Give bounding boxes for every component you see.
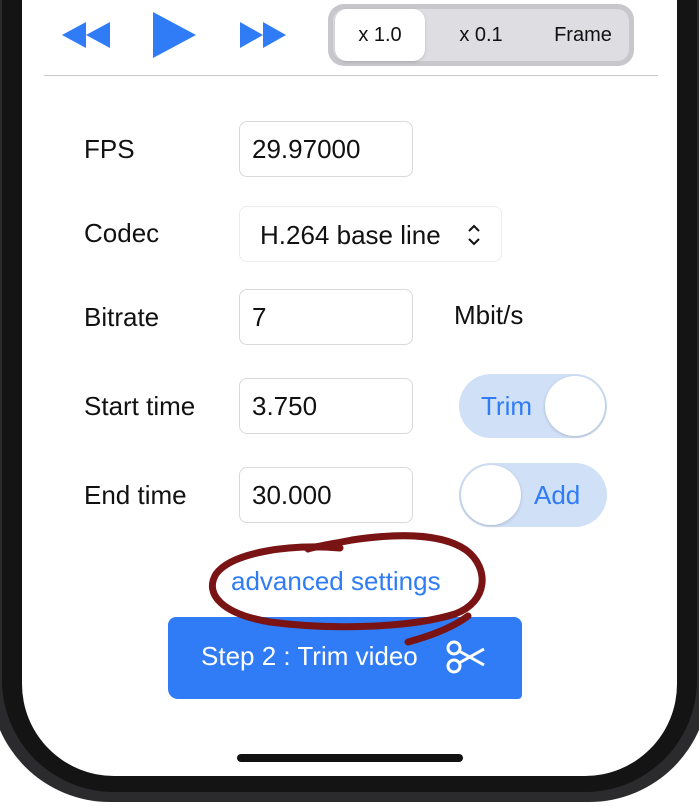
bitrate-field[interactable] [239,289,413,345]
codec-select[interactable]: H.264 base line [239,206,502,262]
play-button[interactable] [151,10,197,60]
bitrate-unit: Mbit/s [454,300,524,330]
end-time-field[interactable] [239,467,413,523]
add-toggle[interactable]: Add [459,463,607,527]
trim-video-button-label: Step 2 : Trim video [201,641,418,671]
fps-field[interactable] [239,121,413,177]
speed-option-1x[interactable]: x 1.0 [335,9,425,61]
codec-label: Codec [84,218,160,248]
bitrate-label: Bitrate [84,302,160,332]
play-icon [153,12,196,58]
start-time-field[interactable] [239,378,413,434]
codec-value: H.264 base line [260,220,441,250]
advanced-settings-link[interactable]: advanced settings [231,566,441,597]
trim-toggle-label: Trim [481,391,533,421]
speed-option-0-1x[interactable]: x 0.1 [436,9,526,61]
chevron-up-down-icon [467,207,481,282]
end-time-label: End time [84,480,187,510]
rewind-button[interactable] [60,20,112,50]
fps-label: FPS [84,134,135,164]
trim-toggle[interactable]: Trim [459,374,607,438]
home-indicator [237,754,463,762]
rewind-icon [62,22,110,48]
start-time-label: Start time [84,391,196,421]
fast-forward-button[interactable] [238,20,288,50]
fast-forward-icon [240,22,286,48]
speed-option-frame[interactable]: Frame [536,9,630,61]
scissors-icon [444,635,488,684]
toolbar-divider [44,75,658,76]
trim-video-button[interactable]: Step 2 : Trim video [168,617,522,699]
speed-selector: x 1.0 x 0.1 Frame [328,4,634,66]
add-toggle-label: Add [534,480,581,510]
add-toggle-knob [461,465,521,525]
trim-toggle-knob [545,376,605,436]
